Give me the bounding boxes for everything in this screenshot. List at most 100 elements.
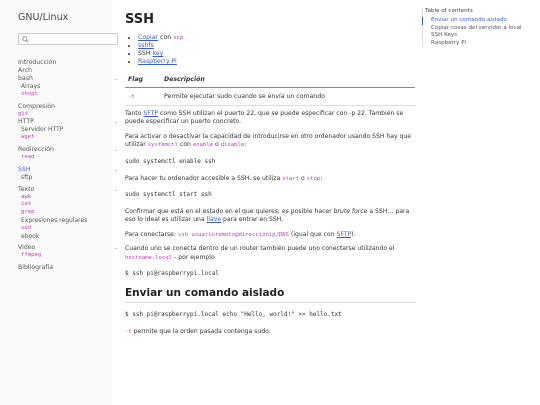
sidebar-item-label: Arch	[18, 67, 32, 74]
paragraph: Para hacer tu ordenador accesible a SSH,…	[125, 175, 415, 183]
code-block: sudo systemctl enable ssh	[125, 155, 415, 167]
inline-code: hostname.local	[125, 254, 173, 261]
chevron-down-icon[interactable]: ⌄	[114, 186, 118, 194]
list-item: sshfs	[138, 42, 415, 50]
sidebar-subitem-arrays[interactable]: Arrays	[18, 83, 104, 91]
paragraph: -t permite que la orden pasada contenga …	[125, 328, 415, 336]
link-sftp-2[interactable]: SFTP	[336, 231, 351, 238]
table-header-desc: Descripción	[161, 72, 415, 88]
link-copiar[interactable]: Copiar	[138, 34, 158, 41]
paragraph: Cuando uno se conecta dentro de un route…	[125, 245, 415, 262]
chevron-down-icon[interactable]: ⌄	[114, 75, 118, 83]
toc-title: Table of contents	[425, 8, 473, 14]
sidebar-item-http[interactable]: HTTP ⌄	[18, 118, 118, 126]
search-icon	[22, 36, 29, 43]
paragraph: Tanto SFTP como SSH utilizan el puerto 2…	[125, 110, 415, 127]
list-item: SSH key	[138, 50, 415, 58]
sidebar-item-introduccion[interactable]: Introducción	[18, 59, 118, 67]
sidebar-subitem-sed[interactable]: sed	[18, 225, 104, 233]
toc-item-ssh-keys[interactable]: SSH Keys	[427, 32, 537, 40]
flag-table: Flag Descripción -t Permite ejecutar sud…	[125, 72, 415, 106]
sidebar-item-label: Texto	[18, 185, 35, 193]
sidebar-subitem-servidor-http[interactable]: Servidor HTTP	[18, 126, 104, 134]
paragraph: Confirmar que está en el estado en el qu…	[125, 208, 415, 225]
sidebar-subitem-grep[interactable]: grep	[18, 209, 104, 217]
sidebar-item-label: Redirección	[18, 145, 54, 153]
list-item: Raspberry Pi	[138, 58, 415, 66]
text: como SSH utilizan el puerto 22, que se p…	[125, 110, 404, 126]
sidebar-item-arch[interactable]: Arch	[18, 67, 118, 75]
inline-code: enable	[192, 142, 214, 149]
sidebar-subitem-ebook[interactable]: ebook	[18, 233, 104, 241]
inline-code: -t	[125, 329, 132, 336]
sidebar-item-label: bash	[18, 75, 33, 82]
text: Cuando uno se conecta dentro de un route…	[125, 245, 395, 253]
link-llave[interactable]: llave	[207, 216, 221, 223]
link-raspberry[interactable]: Raspberry Pi	[138, 58, 177, 65]
text: (igual que con	[289, 230, 337, 238]
toc-item-enviar[interactable]: Enviar un comando aislado	[422, 17, 537, 25]
text: o	[299, 174, 307, 182]
sidebar-item-bibliografia[interactable]: Bibliografía	[18, 264, 118, 272]
text: Tanto	[125, 110, 144, 117]
main-content: SSH Copiar con scp sshfs SSH key Raspber…	[125, 12, 415, 342]
sidebar-item-label: Compresión	[18, 102, 55, 110]
sidebar-item-redireccion[interactable]: Redirección ⌄	[18, 146, 118, 154]
paragraph: Para conectarse: ssh usuarioremoto@direc…	[125, 231, 415, 239]
sidebar-item-texto[interactable]: Texto ⌄	[18, 186, 118, 194]
table-row: -t Permite ejecutar sudo cuando se envía…	[125, 87, 415, 106]
inline-code: disable	[220, 142, 245, 149]
link-sftp[interactable]: SFTP	[143, 110, 158, 117]
chevron-down-icon[interactable]: ⌄	[114, 118, 118, 126]
sidebar-item-video[interactable]: Video ⌄	[18, 244, 118, 252]
toc-item-raspberry[interactable]: Raspberry Pi	[427, 40, 537, 48]
text: o	[213, 141, 221, 149]
page-title: SSH	[125, 12, 155, 27]
chevron-down-icon[interactable]: ⌄	[114, 244, 118, 252]
text: ).	[351, 230, 356, 238]
code-block: sudo systemctl start ssh	[125, 189, 415, 201]
sidebar-item-compresion[interactable]: Compresión	[18, 103, 118, 111]
sidebar-subitem-sftp[interactable]: sftp	[18, 174, 104, 182]
search-input[interactable]	[18, 33, 118, 45]
sidebar-subitem-awk[interactable]: awk	[18, 194, 104, 202]
table-cell-desc: Permite ejecutar sudo cuando se envía un…	[161, 87, 415, 106]
code-scp: scp	[173, 35, 184, 41]
chevron-down-icon[interactable]: ⌄	[114, 166, 118, 174]
text: para entrar en SSH.	[221, 216, 284, 224]
sidebar-subitem-wget[interactable]: wget	[18, 134, 104, 142]
text: con	[158, 34, 174, 41]
sidebar-subitem-ffmpeg[interactable]: ffmpeg	[18, 252, 104, 260]
text: Para hacer tu ordenador accesible a SSH,…	[125, 174, 283, 182]
sidebar-item-git[interactable]: git	[18, 111, 104, 119]
sidebar-subitem-cat[interactable]: cat	[18, 201, 104, 209]
link-list: Copiar con scp sshfs SSH key Raspberry P…	[125, 34, 415, 66]
sidebar-subitem-shopt[interactable]: shopt	[18, 91, 104, 99]
text: con	[178, 141, 193, 149]
sidebar-item-label: SSH	[18, 165, 31, 173]
code-block: $ ssh pi@raspberrypi.local	[125, 268, 415, 280]
list-item: Copiar con scp	[138, 34, 415, 42]
text: :	[244, 141, 247, 149]
text: - por ejemplo	[172, 253, 215, 261]
sidebar-item-label: HTTP	[18, 118, 34, 126]
chevron-down-icon[interactable]: ⌄	[114, 146, 118, 154]
link-key[interactable]: key	[152, 50, 163, 57]
text: Confirmar que está en el estado en el qu…	[125, 208, 334, 216]
inline-code: start	[282, 175, 300, 182]
inline-code: ssh usuarioremoto@direcciónip/DNS	[177, 231, 290, 238]
link-sshfs[interactable]: sshfs	[138, 42, 154, 49]
text: :	[320, 174, 323, 182]
sidebar-subitem-read[interactable]: read	[18, 154, 104, 162]
sidebar-subitem-regex[interactable]: Expresiones regulares	[18, 217, 104, 225]
site-title[interactable]: GNU/Linux	[18, 12, 104, 23]
inline-code: stop	[306, 175, 321, 182]
toc-item-copiar[interactable]: Copiar cosas del servidor a local	[427, 25, 537, 33]
sidebar-item-label: Introducción	[18, 59, 57, 66]
table-cell-flag: -t	[128, 94, 135, 100]
sidebar-item-bash[interactable]: bash ⌄	[18, 75, 118, 83]
sidebar-item-ssh[interactable]: SSH ⌄	[18, 166, 118, 174]
text: Para conectarse:	[125, 230, 178, 238]
sidebar-item-label: Video	[18, 244, 36, 252]
emphasis: brute force	[333, 208, 368, 216]
